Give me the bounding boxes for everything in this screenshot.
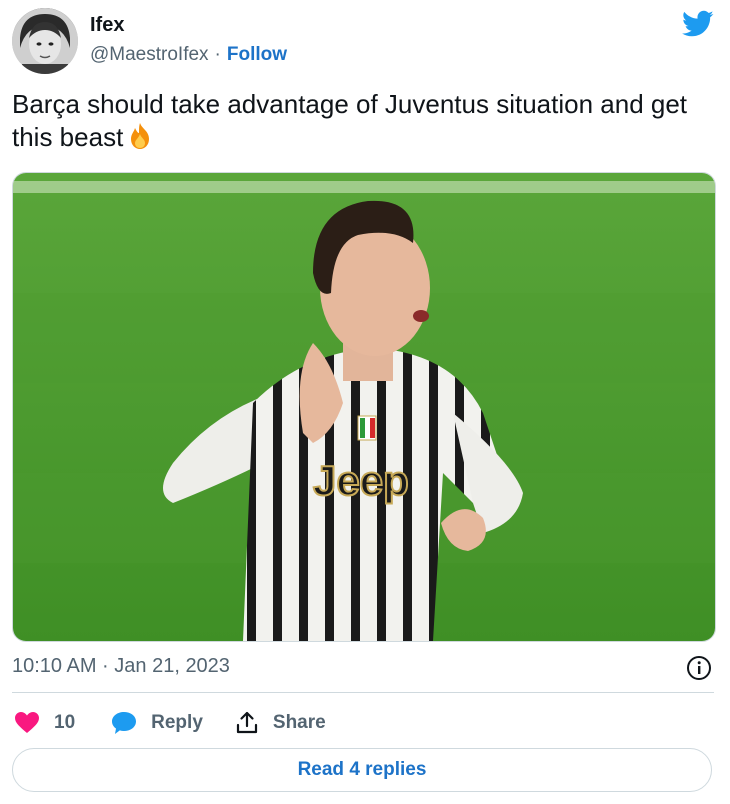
read-replies-button[interactable]: Read 4 replies	[12, 748, 712, 792]
author-display-name[interactable]: Ifex	[90, 14, 124, 37]
heart-icon	[15, 712, 39, 733]
author-handle-row: @MaestroIfex · Follow	[90, 44, 287, 66]
tweet-actions: 10 Reply Share	[14, 708, 326, 738]
reply-bubble-icon	[112, 712, 137, 734]
tweet-text-content: Barça should take advantage of Juventus …	[12, 89, 688, 152]
fire-icon	[131, 123, 150, 149]
tweet-text: Barça should take advantage of Juventus …	[12, 88, 717, 154]
reply-button[interactable]: Reply	[111, 711, 235, 735]
share-icon	[236, 711, 257, 734]
twitter-bird-icon[interactable]	[682, 10, 714, 38]
info-icon[interactable]	[686, 655, 712, 681]
divider	[12, 692, 714, 693]
tweet-timestamp[interactable]: 10:10 AM · Jan 21, 2023	[12, 655, 230, 678]
like-button[interactable]: 10	[14, 711, 111, 735]
jersey-sponsor-text: Jeep	[313, 457, 409, 504]
separator-dot: ·	[214, 44, 221, 65]
avatar-image	[12, 8, 78, 74]
football-player-photo: Jeep	[13, 173, 715, 641]
like-count: 10	[54, 712, 76, 733]
author-handle[interactable]: @MaestroIfex	[90, 44, 209, 65]
share-button[interactable]: Share	[235, 711, 326, 735]
follow-button[interactable]: Follow	[227, 44, 287, 65]
reply-label: Reply	[151, 712, 203, 733]
tweet-media-image[interactable]: Jeep	[12, 172, 716, 642]
avatar[interactable]	[12, 8, 78, 74]
share-label: Share	[272, 712, 326, 733]
